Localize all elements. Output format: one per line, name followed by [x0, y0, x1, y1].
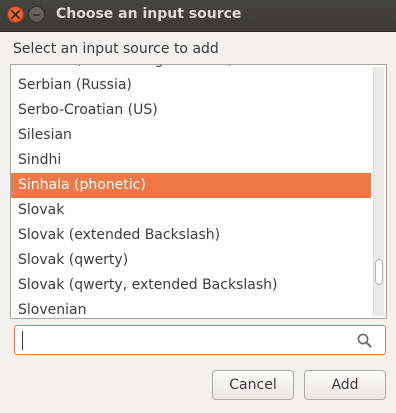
- cancel-button[interactable]: Cancel: [212, 370, 294, 400]
- titlebar: Choose an input source: [0, 0, 396, 32]
- list-item[interactable]: Sindhi: [11, 148, 371, 173]
- close-icon: [11, 10, 20, 19]
- dialog-prompt: Select an input source to add: [13, 41, 219, 57]
- search-input[interactable]: [21, 329, 351, 351]
- list-item[interactable]: Slovak (qwerty): [11, 248, 371, 273]
- add-button[interactable]: Add: [304, 370, 386, 400]
- list-item[interactable]: Slovak: [11, 198, 371, 223]
- search-field[interactable]: [14, 325, 386, 355]
- list-item[interactable]: Serbian (Latin with guillemets): [11, 65, 371, 73]
- scrollbar-thumb[interactable]: [375, 259, 383, 285]
- dialog-window: Choose an input source Select an input s…: [0, 0, 396, 413]
- minimize-window-button[interactable]: [28, 6, 45, 23]
- list-item[interactable]: Serbian (Russia): [11, 73, 371, 98]
- list-item[interactable]: Silesian: [11, 123, 371, 148]
- minimize-icon: [33, 14, 40, 16]
- search-icon[interactable]: [356, 332, 373, 349]
- list-item[interactable]: Slovak (extended Backslash): [11, 223, 371, 248]
- list-item[interactable]: Sinhala (phonetic): [11, 173, 371, 198]
- list-item[interactable]: Slovak (qwerty, extended Backslash): [11, 273, 371, 298]
- text-cursor: [22, 331, 23, 350]
- input-source-list[interactable]: Serbian (Latin with guillemets)Serbian (…: [10, 64, 387, 319]
- list-item[interactable]: Serbo-Croatian (US): [11, 98, 371, 123]
- window-title: Choose an input source: [56, 6, 242, 22]
- scrollbar-track[interactable]: [373, 67, 384, 316]
- close-window-button[interactable]: [7, 6, 24, 23]
- input-source-list-items: Serbian (Latin with guillemets)Serbian (…: [11, 65, 371, 318]
- list-item[interactable]: Slovenian: [11, 298, 371, 318]
